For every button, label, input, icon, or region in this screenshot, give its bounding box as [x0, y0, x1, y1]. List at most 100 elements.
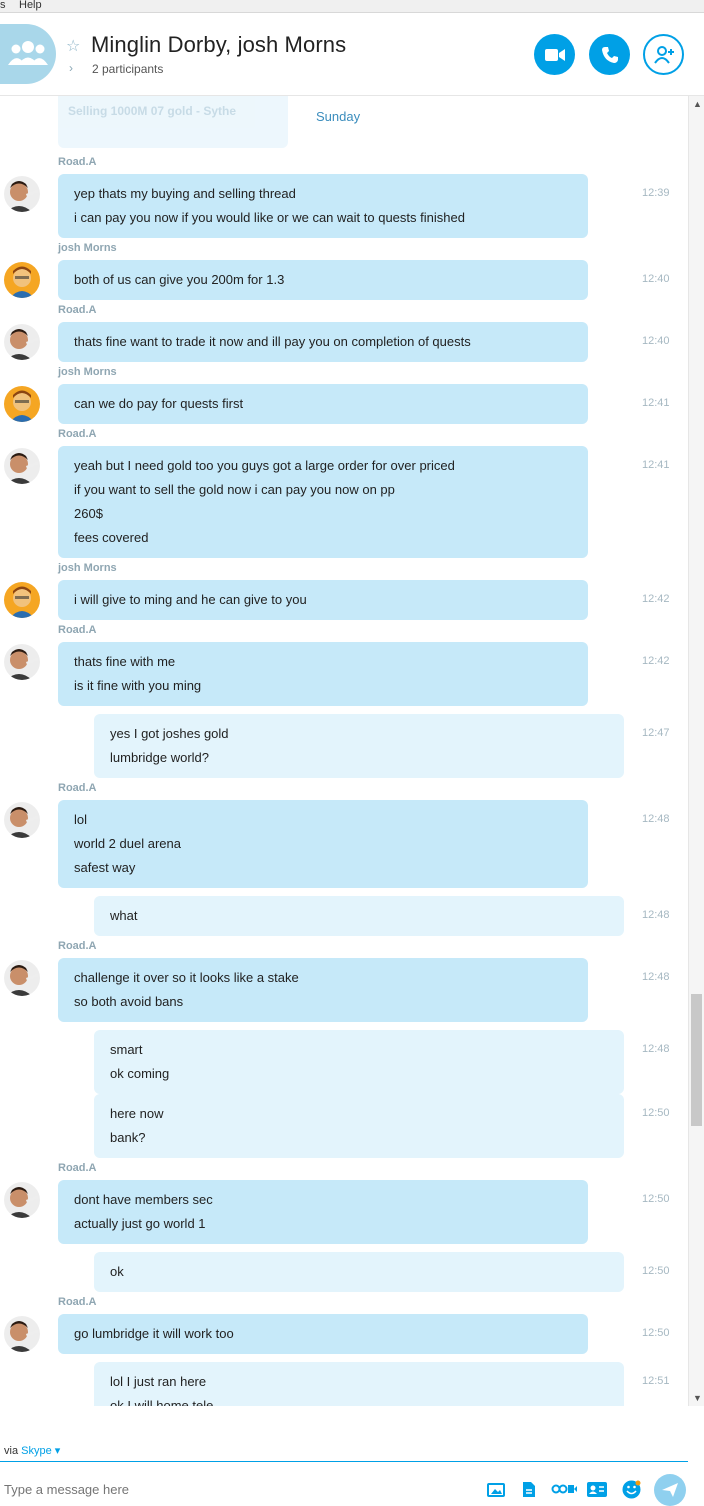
incoming-message-bubble[interactable]: thats fine want to trade it now and ill … [58, 322, 588, 362]
menu-item-help[interactable]: Help [19, 0, 42, 11]
message-timestamp: 12:40 [642, 273, 670, 285]
outgoing-message-bubble[interactable]: lol I just ran here ok I will home tele [94, 1362, 624, 1406]
message-line: smart [110, 1042, 143, 1057]
menu-item-truncated[interactable]: s [0, 0, 6, 11]
sender-avatar[interactable] [4, 960, 40, 996]
message-line: fees covered [74, 530, 149, 545]
message-sender-name: Road.A [58, 156, 97, 168]
phone-icon [601, 46, 618, 63]
add-participant-button[interactable] [643, 34, 684, 75]
message-timestamp: 12:48 [642, 909, 670, 921]
send-arrow-icon [662, 1483, 678, 1497]
message-sender-name: Road.A [58, 304, 97, 316]
incoming-message-bubble[interactable]: dont have members sec actually just go wo… [58, 1180, 588, 1244]
sender-avatar[interactable] [4, 262, 40, 298]
send-button[interactable] [654, 1474, 686, 1506]
group-icon [8, 41, 48, 65]
message-sender-name: Road.A [58, 940, 97, 952]
message-line: world 2 duel arena [74, 836, 181, 851]
via-service-dropdown[interactable]: Skype ▾ [21, 1445, 60, 1457]
incoming-message-bubble[interactable]: challenge it over so it looks like a sta… [58, 958, 588, 1022]
message-line: i will give to ming and he can give to y… [74, 592, 307, 607]
sender-avatar[interactable] [4, 176, 40, 212]
add-person-icon [653, 45, 674, 64]
message-line: i can pay you now if you would like or w… [74, 210, 465, 225]
scroll-up-arrow-icon[interactable]: ▲ [693, 99, 702, 109]
message-timestamp: 12:48 [642, 1043, 670, 1055]
message-line: both of us can give you 200m for 1.3 [74, 272, 285, 287]
message-timestamp: 12:47 [642, 727, 670, 739]
message-line: bank? [110, 1130, 146, 1145]
message-timestamp: 12:48 [642, 813, 670, 825]
message-line: is it fine with you ming [74, 678, 202, 693]
incoming-message-bubble[interactable]: lol world 2 duel arena safest way [58, 800, 588, 888]
incoming-message-bubble[interactable]: go lumbridge it will work too [58, 1314, 588, 1354]
message-line: go lumbridge it will work too [74, 1326, 234, 1341]
favorite-star-icon[interactable]: ☆ [66, 36, 80, 56]
message-line: yep thats my buying and selling thread [74, 186, 296, 201]
day-separator: Sunday [316, 109, 361, 124]
scroll-down-arrow-icon[interactable]: ▼ [693, 1393, 702, 1403]
message-timestamp: 12:50 [642, 1193, 670, 1205]
compose-area: via Skype ▾ [0, 1406, 704, 1506]
sender-avatar[interactable] [4, 448, 40, 484]
sender-avatar[interactable] [4, 386, 40, 422]
link-preview-card[interactable]: Selling 1000M 07 gold - Sythe [58, 96, 288, 148]
message-line: ok coming [110, 1066, 170, 1081]
message-timestamp: 12:40 [642, 335, 670, 347]
outgoing-message-bubble[interactable]: here now bank? [94, 1094, 624, 1158]
chevron-right-icon[interactable]: › [69, 61, 73, 75]
message-line: yeah but I need gold too you guys got a … [74, 458, 455, 473]
compose-divider [0, 1461, 688, 1462]
outgoing-message-bubble[interactable]: ok [94, 1252, 624, 1292]
outgoing-message-bubble[interactable]: smart ok coming [94, 1030, 624, 1094]
sender-avatar[interactable] [4, 802, 40, 838]
message-sender-name: Road.A [58, 428, 97, 440]
sender-avatar[interactable] [4, 1316, 40, 1352]
message-sender-name: josh Morns [58, 366, 117, 378]
message-timestamp: 12:51 [642, 1375, 670, 1387]
message-history[interactable]: Selling 1000M 07 gold - Sythe Sunday Roa… [0, 96, 688, 1406]
message-timestamp: 12:42 [642, 655, 670, 667]
video-message-icon [551, 1484, 577, 1494]
message-line: thats fine want to trade it now and ill … [74, 334, 471, 349]
message-timestamp: 12:50 [642, 1265, 670, 1277]
incoming-message-bubble[interactable]: thats fine with me is it fine with you mi… [58, 642, 588, 706]
audio-call-button[interactable] [589, 34, 630, 75]
message-line: lol I just ran here [110, 1374, 207, 1389]
scroll-thumb[interactable] [691, 994, 702, 1126]
incoming-message-bubble[interactable]: yeah but I need gold too you guys got a … [58, 446, 588, 558]
send-file-button[interactable] [519, 1479, 539, 1499]
outgoing-message-bubble[interactable]: what [94, 896, 624, 936]
message-line: yes I got joshes gold [110, 726, 229, 741]
message-line: if you want to sell the gold now i can p… [74, 482, 395, 497]
sender-avatar[interactable] [4, 324, 40, 360]
contact-card-icon [587, 1481, 607, 1497]
outgoing-message-bubble[interactable]: yes I got joshes gold lumbridge world? [94, 714, 624, 778]
participants-count[interactable]: 2 participants [92, 62, 163, 76]
message-input[interactable] [4, 1482, 404, 1497]
message-line: so both avoid bans [74, 994, 184, 1009]
incoming-message-bubble[interactable]: yep thats my buying and selling thread i … [58, 174, 588, 238]
incoming-message-bubble[interactable]: i will give to ming and he can give to y… [58, 580, 588, 620]
incoming-message-bubble[interactable]: can we do pay for quests first [58, 384, 588, 424]
conversation-title: Minglin Dorby, josh Morns [91, 32, 347, 57]
send-contacts-button[interactable] [587, 1479, 607, 1499]
vertical-scrollbar[interactable]: ▲ ▼ [688, 96, 704, 1406]
via-skype: via Skype ▾ [4, 1444, 60, 1457]
message-sender-name: Road.A [58, 624, 97, 636]
send-contact-button[interactable] [486, 1479, 506, 1499]
via-prefix: via [4, 1445, 19, 1457]
message-line: ok [110, 1264, 124, 1279]
video-call-button[interactable] [534, 34, 575, 75]
link-preview-title: Selling 1000M 07 gold - Sythe [68, 104, 237, 118]
file-icon [523, 1481, 535, 1497]
incoming-message-bubble[interactable]: both of us can give you 200m for 1.3 [58, 260, 588, 300]
video-message-button[interactable] [551, 1479, 577, 1499]
message-line: actually just go world 1 [74, 1216, 206, 1231]
sender-avatar[interactable] [4, 644, 40, 680]
emoticon-button[interactable] [621, 1479, 641, 1499]
sender-avatar[interactable] [4, 1182, 40, 1218]
group-avatar[interactable] [0, 24, 56, 84]
sender-avatar[interactable] [4, 582, 40, 618]
